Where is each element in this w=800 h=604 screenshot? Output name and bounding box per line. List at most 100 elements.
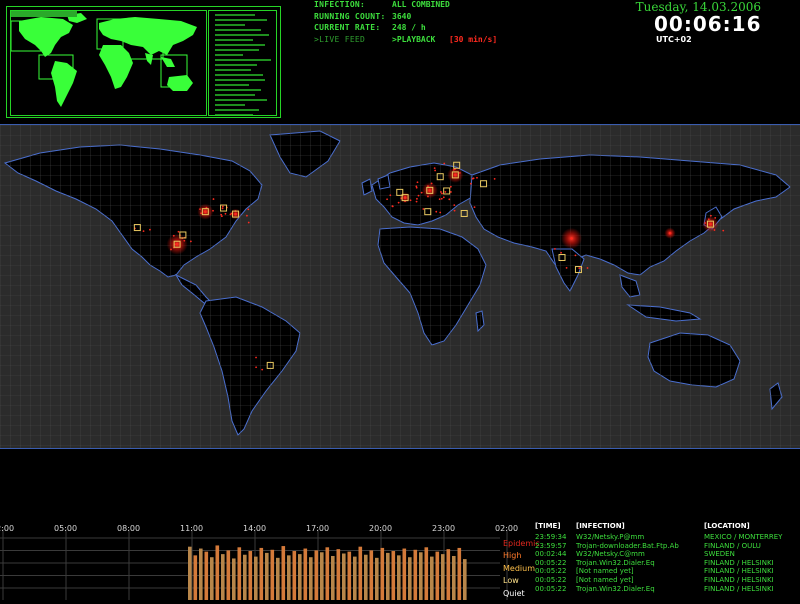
col-header-infection[interactable]: [INFECTION] bbox=[576, 522, 625, 530]
timeline-bar bbox=[342, 553, 346, 600]
timeline-bar bbox=[402, 548, 407, 600]
infection-dot bbox=[430, 182, 433, 185]
infection-hotspot-core bbox=[709, 222, 712, 226]
cell-time: 23:59:34 bbox=[535, 533, 567, 541]
cell-time: 00:05:22 bbox=[535, 567, 567, 576]
infection-dot bbox=[389, 194, 392, 197]
col-header-location[interactable]: [LOCATION] bbox=[704, 522, 750, 530]
timeline-bar bbox=[199, 548, 203, 600]
severity-label: Medium bbox=[503, 563, 535, 573]
log-line bbox=[215, 24, 245, 26]
infection-dot bbox=[476, 176, 478, 179]
infection-dot bbox=[578, 267, 581, 270]
timeline-bar bbox=[276, 557, 280, 600]
overview-panel bbox=[6, 6, 281, 118]
timeline-bar bbox=[188, 546, 192, 600]
timeline-bar bbox=[452, 555, 456, 600]
infection-hotspot-core bbox=[204, 210, 207, 213]
infection-dot bbox=[415, 186, 418, 189]
infection-dot bbox=[453, 209, 456, 212]
log-line bbox=[215, 34, 269, 36]
infection-dot bbox=[224, 212, 227, 215]
live-feed-button[interactable]: >LIVE FEED bbox=[314, 35, 365, 44]
mini-map-graphic bbox=[11, 11, 206, 115]
timeline-bar bbox=[408, 557, 412, 600]
infection-hotspot-core bbox=[454, 173, 457, 177]
infection-dot bbox=[704, 222, 707, 224]
timeline-bar bbox=[232, 558, 236, 600]
infection-dot bbox=[416, 197, 418, 200]
log-line bbox=[215, 99, 267, 101]
current-rate-value: 248 / h bbox=[392, 23, 426, 32]
infection-dot bbox=[142, 230, 145, 233]
infection-dot bbox=[473, 206, 476, 209]
timeline-bar bbox=[243, 554, 247, 600]
timeline-panel[interactable]: 02:00 05:00 08:00 11:00 14:00 17:00 20:00 23:00… bbox=[0, 517, 540, 600]
playback-button[interactable]: >PLAYBACK bbox=[392, 35, 435, 44]
log-line bbox=[215, 84, 249, 86]
log-line bbox=[215, 44, 265, 46]
running-count-label: RUNNING COUNT: bbox=[314, 12, 386, 21]
timeline-bar bbox=[441, 554, 445, 600]
col-header-time[interactable]: [TIME] bbox=[535, 522, 561, 530]
timeline-bar bbox=[446, 549, 451, 600]
infection-dot bbox=[714, 217, 717, 219]
infection-dot bbox=[722, 229, 725, 232]
log-line bbox=[215, 114, 253, 115]
infection-hotspot-core bbox=[668, 231, 672, 235]
infection-dot bbox=[442, 196, 445, 199]
log-line bbox=[215, 19, 267, 21]
log-line bbox=[215, 104, 245, 106]
severity-label: High bbox=[503, 551, 522, 561]
cell-time: 00:05:22 bbox=[535, 558, 567, 567]
cell-time: 00:05:22 bbox=[535, 576, 567, 584]
timeline-bar bbox=[287, 555, 291, 600]
infection-dot bbox=[212, 198, 215, 200]
running-count-value: 3640 bbox=[392, 12, 412, 21]
mini-world-map[interactable] bbox=[10, 10, 207, 116]
playback-speed[interactable]: [30 min/s] bbox=[449, 35, 497, 44]
infection-dot bbox=[438, 198, 441, 201]
infection-dot bbox=[574, 254, 577, 257]
cell-infection: [Not named yet] bbox=[576, 567, 634, 576]
timeline-bar bbox=[397, 555, 401, 600]
log-line bbox=[215, 59, 271, 61]
cell-location: FINLAND / OULU bbox=[704, 541, 761, 550]
infection-dot bbox=[469, 182, 472, 185]
timeline-bar bbox=[424, 547, 429, 600]
timeline-bar bbox=[380, 547, 385, 600]
table-row[interactable]: 00:05:22 Trojan.Win32.Dialer.Eq FINLAND / … bbox=[535, 585, 800, 594]
timeline-bar bbox=[309, 557, 313, 600]
timeline-bar bbox=[298, 554, 302, 600]
infection-dot bbox=[183, 239, 186, 242]
infection-dot bbox=[397, 201, 400, 204]
infection-dot bbox=[435, 210, 438, 213]
infection-dot bbox=[439, 211, 442, 214]
timeline-bar bbox=[419, 552, 423, 600]
infection-dot bbox=[449, 191, 452, 193]
world-map[interactable] bbox=[0, 124, 800, 449]
infection-hotspot-core bbox=[403, 196, 407, 199]
infection-dot bbox=[459, 172, 461, 174]
infection-value[interactable]: ALL COMBINED bbox=[392, 0, 450, 9]
timeline-bar bbox=[457, 547, 462, 600]
timeline-bar bbox=[237, 547, 242, 600]
log-line bbox=[215, 14, 255, 16]
infection-dot bbox=[246, 214, 248, 217]
infection-dot bbox=[560, 251, 563, 254]
infection-dot bbox=[391, 205, 394, 208]
timeline-bar bbox=[265, 552, 269, 600]
log-line bbox=[215, 89, 261, 91]
infection-hotspot-core bbox=[234, 212, 237, 216]
timeline-bar bbox=[303, 548, 308, 600]
log-line bbox=[215, 74, 263, 76]
cell-time: 00:02:44 bbox=[535, 550, 567, 559]
infection-dot bbox=[229, 213, 232, 216]
infection-dot bbox=[441, 192, 443, 195]
infection-dot bbox=[221, 205, 224, 208]
timeline-bar bbox=[413, 549, 418, 600]
infection-dot bbox=[416, 181, 419, 184]
timezone-label: UTC+02 bbox=[656, 35, 692, 44]
world-map-graphic bbox=[0, 125, 800, 448]
cell-location: MEXICO / MONTERREY bbox=[704, 533, 783, 541]
